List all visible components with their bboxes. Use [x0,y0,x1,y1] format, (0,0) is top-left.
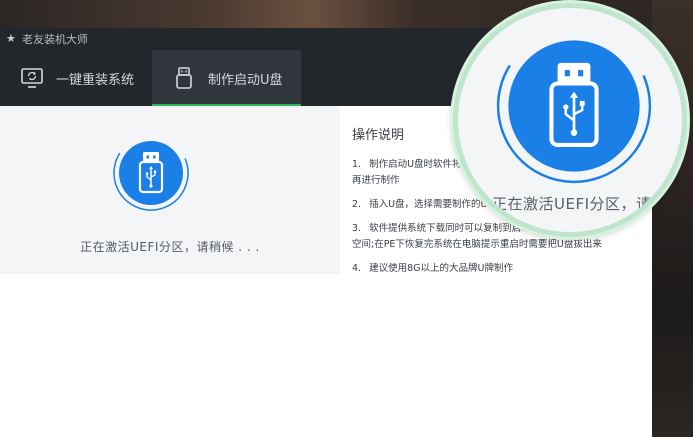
instruction-number: 2. [352,199,362,210]
usb-drive-icon [176,67,192,89]
instruction-text: 制作启动U盘时软件将会 [369,159,472,170]
status-text: 正在激活UEFI分区，请稍候 . . . [80,240,260,254]
instruction-text-continued: 空间;在PE下恢复完系统在电脑提示重启时需要把U盘拔出来 [352,239,602,250]
usb-badge-icon [496,28,652,184]
instruction-number: 3. [352,223,362,234]
usb-badge-icon [113,135,189,211]
tab-label: 制作启动U盘 [208,72,283,88]
status-text-zoomed: 正在激活UEFI分区，请稍 [492,195,668,213]
tab-label: 一键重装系统 [56,72,135,88]
progress-panel: 正在激活UEFI分区，请稍候 . . . [0,106,340,274]
tab-make-usb-boot[interactable]: 制作启动U盘 [152,50,301,106]
zoom-magnifier: 正在激活UEFI分区，请稍 [453,3,687,237]
window-title: 老友装机大师 [22,33,88,46]
instruction-item: 4. 建议使用8G以上的大品牌U牌制作 [352,261,642,277]
usb-progress-indicator-zoomed [494,26,654,186]
monitor-refresh-icon [21,68,43,88]
instruction-number: 4. [352,263,362,274]
app-logo-icon: ★ [6,32,16,45]
instruction-text: 建议使用8G以上的大品牌U牌制作 [369,263,513,274]
instruction-text-continued: 再进行制作 [352,175,400,186]
tab-one-key-reinstall[interactable]: 一键重装系统 [0,50,152,106]
instruction-number: 1. [352,159,362,170]
usb-progress-indicator [112,134,190,212]
